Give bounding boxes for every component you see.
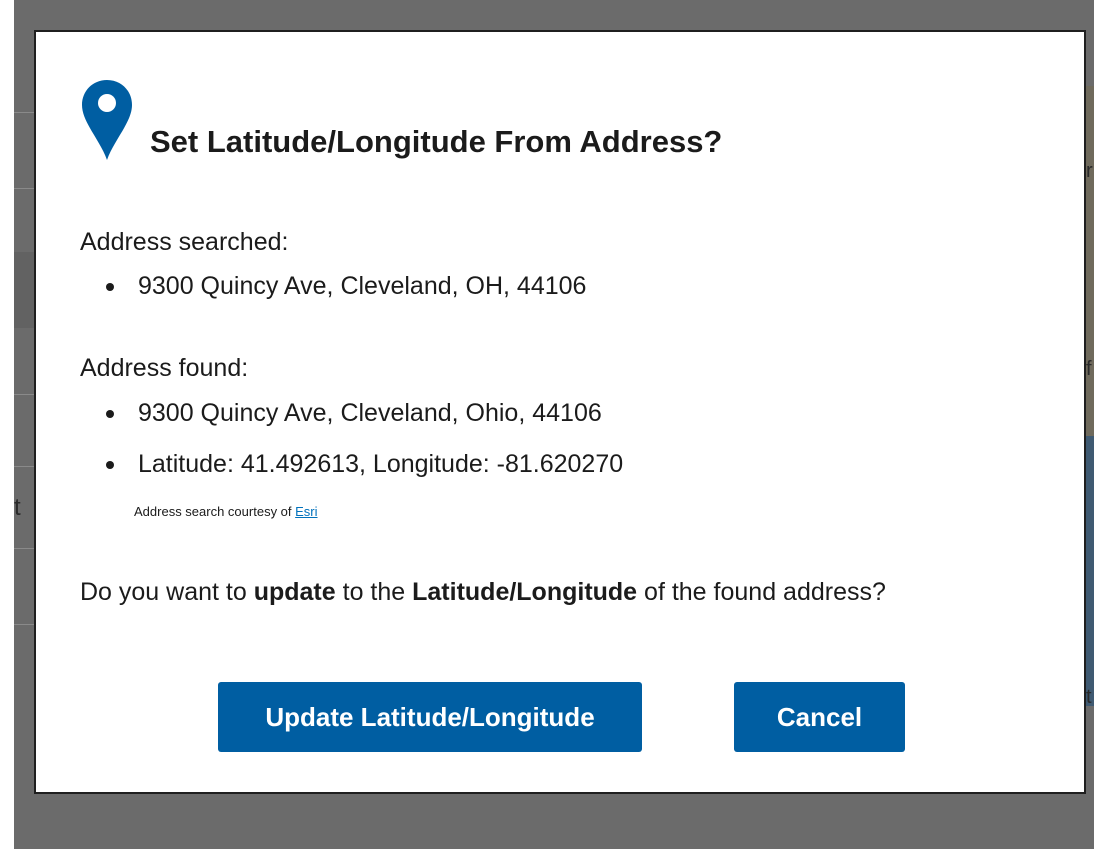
background-row-divider xyxy=(14,466,36,467)
courtesy-prefix: Address search courtesy of xyxy=(134,504,296,519)
background-text-fragment: r xyxy=(1086,160,1093,182)
lat-long-dialog: Set Latitude/Longitude From Address? Add… xyxy=(34,30,1086,794)
background-text-fragment: t xyxy=(1086,686,1092,708)
background-row-divider xyxy=(14,394,36,395)
background-page-edge xyxy=(0,0,14,849)
coordinates-item: Latitude: 41.492613, Longitude: -81.6202… xyxy=(106,450,623,479)
coordinates-text: Latitude: 41.492613, Longitude: -81.6202… xyxy=(138,450,624,478)
cancel-button[interactable]: Cancel xyxy=(734,682,905,752)
screen: t r f t Set Latitude/Longitude From Addr… xyxy=(0,0,1094,849)
question-part-2: to the xyxy=(335,578,413,606)
background-row xyxy=(14,252,36,328)
address-searched-label: Address searched: xyxy=(80,228,289,256)
address-found-text: 9300 Quincy Ave, Cleveland, Ohio, 44106 xyxy=(138,399,602,427)
question-bold-lat-long: Latitude/Longitude xyxy=(412,578,638,606)
bullet-icon xyxy=(106,282,114,291)
update-lat-long-button[interactable]: Update Latitude/Longitude xyxy=(218,682,642,752)
map-pin-icon xyxy=(82,80,132,160)
background-row-divider xyxy=(14,624,36,625)
confirmation-question: Do you want to update to the Latitude/Lo… xyxy=(80,578,886,607)
background-text-fragment: t xyxy=(14,494,21,521)
question-part-3: of the found address? xyxy=(637,578,886,606)
address-found-item: 9300 Quincy Ave, Cleveland, Ohio, 44106 xyxy=(106,399,602,428)
background-text-fragment: f xyxy=(1086,358,1092,380)
background-row-divider xyxy=(14,548,36,549)
bullet-icon xyxy=(106,409,114,418)
question-bold-update: update xyxy=(253,578,336,606)
background-overlay xyxy=(14,0,36,849)
background-row-divider xyxy=(14,112,36,113)
address-found-label: Address found: xyxy=(80,354,249,382)
esri-link[interactable]: Esri xyxy=(295,504,317,519)
address-searched-item: 9300 Quincy Ave, Cleveland, OH, 44106 xyxy=(106,272,586,301)
address-searched-text: 9300 Quincy Ave, Cleveland, OH, 44106 xyxy=(138,272,587,300)
background-row-divider xyxy=(14,188,36,189)
background-map-panel-lower xyxy=(1086,436,1094,706)
bullet-icon xyxy=(106,460,114,469)
question-part-1: Do you want to xyxy=(80,578,254,606)
search-courtesy-note: Address search courtesy of Esri xyxy=(134,504,318,519)
dialog-header: Set Latitude/Longitude From Address? xyxy=(80,78,722,162)
dialog-title: Set Latitude/Longitude From Address? xyxy=(150,124,723,159)
